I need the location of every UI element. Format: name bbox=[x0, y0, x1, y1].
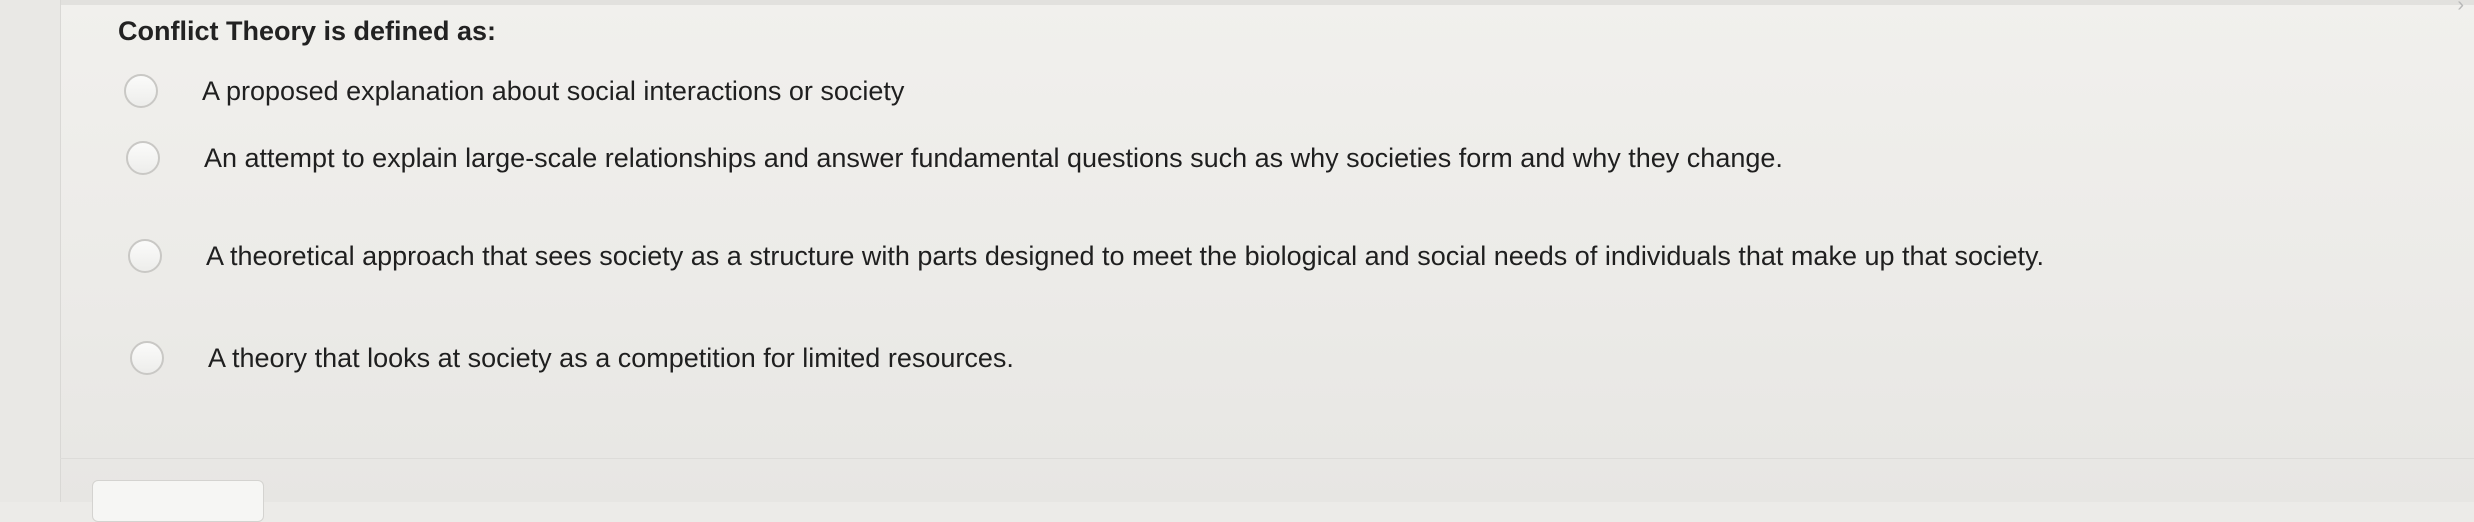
radio-circle-icon[interactable] bbox=[128, 239, 162, 273]
left-rail bbox=[0, 0, 61, 502]
chevron-icon: › bbox=[2457, 0, 2464, 16]
answer-option-3-label[interactable]: A theoretical approach that sees society… bbox=[206, 239, 2044, 273]
quiz-page: Conflict Theory is defined as: A propose… bbox=[0, 0, 2474, 522]
answer-option-4[interactable]: A theory that looks at society as a comp… bbox=[130, 341, 1014, 375]
question-title: Conflict Theory is defined as: bbox=[118, 16, 497, 46]
top-strip bbox=[0, 0, 2474, 5]
partial-button[interactable] bbox=[92, 480, 264, 522]
answer-option-1[interactable]: A proposed explanation about social inte… bbox=[124, 74, 904, 108]
answer-option-2-label[interactable]: An attempt to explain large-scale relati… bbox=[204, 141, 1783, 175]
answer-option-2[interactable]: An attempt to explain large-scale relati… bbox=[126, 141, 1783, 175]
section-divider bbox=[60, 458, 2474, 459]
answer-option-3[interactable]: A theoretical approach that sees society… bbox=[128, 239, 2044, 273]
radio-circle-icon[interactable] bbox=[130, 341, 164, 375]
question-block: Conflict Theory is defined as: bbox=[118, 14, 496, 48]
answer-option-4-label[interactable]: A theory that looks at society as a comp… bbox=[208, 341, 1014, 375]
radio-circle-icon[interactable] bbox=[126, 141, 160, 175]
radio-circle-icon[interactable] bbox=[124, 74, 158, 108]
answer-option-1-label[interactable]: A proposed explanation about social inte… bbox=[202, 74, 904, 108]
